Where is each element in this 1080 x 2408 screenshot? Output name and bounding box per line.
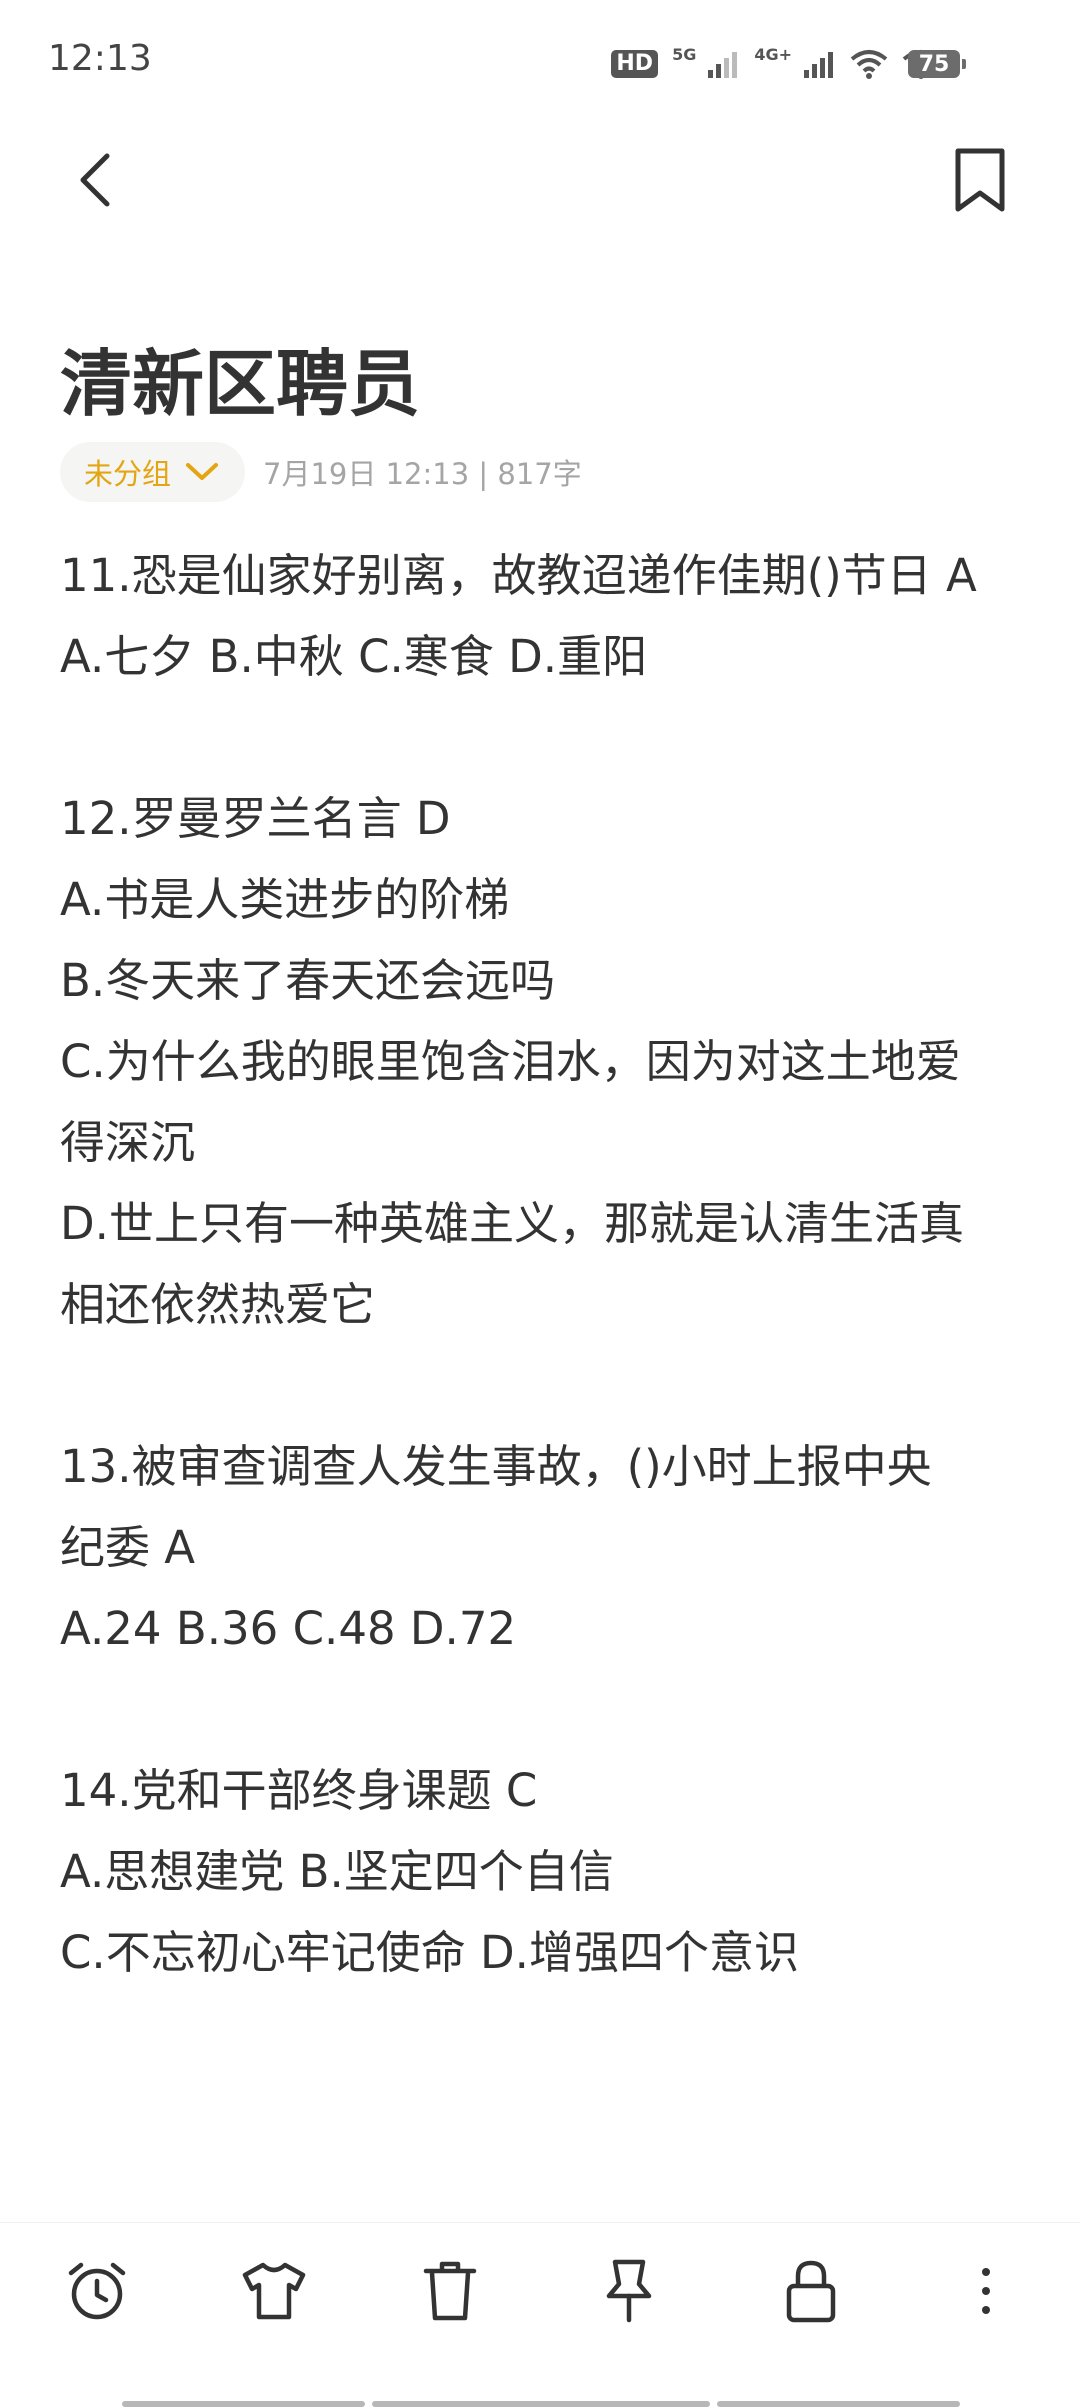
signal-4g-icon	[804, 52, 833, 78]
signal-5g-icon	[708, 52, 738, 78]
pin-icon	[606, 2259, 652, 2323]
note-blank-line	[60, 1345, 1030, 1426]
more-button[interactable]	[946, 2251, 1026, 2331]
hd-icon: HD	[611, 50, 659, 78]
lock-icon	[786, 2260, 836, 2323]
note-line: 相还依然热爱它	[60, 1278, 376, 1331]
group-label: 未分组	[84, 457, 172, 491]
note-line: 12.罗曼罗兰名言 D	[60, 792, 451, 845]
note-line: 13.被审查调查人发生事故，()小时上报中央	[60, 1440, 932, 1493]
note-blank-line	[60, 1669, 1030, 1750]
status-bar: 12:13 HD 5G 4G+ 75	[0, 0, 1080, 130]
note-meta: 7月19日 12:13 | 817字	[263, 457, 582, 491]
nav-pill-right[interactable]	[717, 2401, 960, 2407]
pin-button[interactable]	[589, 2251, 669, 2331]
note-line: C.为什么我的眼里饱含泪水，因为对这土地爱	[60, 1035, 961, 1088]
wifi-icon	[850, 50, 888, 79]
note-body[interactable]: 11.恐是仙家好别离，故教迢递作佳期()节日 A A.七夕 B.中秋 C.寒食 …	[60, 535, 1030, 1993]
status-icons: HD 5G 4G+	[611, 44, 940, 82]
bottom-toolbar	[0, 2222, 1080, 2373]
bookmark-button[interactable]	[940, 140, 1020, 220]
group-selector[interactable]: 未分组	[60, 442, 246, 502]
note-line: A.思想建党 B.坚定四个自信	[60, 1845, 614, 1898]
note-line: 得深沉	[60, 1116, 196, 1169]
signal-4g-label: 4G+	[754, 44, 792, 64]
note-line: A.24 B.36 C.48 D.72	[60, 1602, 517, 1655]
battery-icon: 75	[908, 50, 966, 78]
status-time: 12:13	[48, 38, 152, 79]
bookmark-icon	[955, 148, 1005, 212]
nav-pill-left[interactable]	[122, 2401, 365, 2407]
more-icon	[982, 2268, 990, 2314]
note-blank-line	[60, 697, 1030, 778]
note-title[interactable]: 清新区聘员	[60, 325, 420, 430]
delete-button[interactable]	[410, 2251, 490, 2331]
chevron-down-icon	[186, 463, 219, 480]
note-line: 纪委 A	[60, 1521, 196, 1574]
alarm-icon	[68, 2262, 126, 2320]
reminder-button[interactable]	[57, 2251, 137, 2331]
nav-pill-home[interactable]	[372, 2401, 710, 2407]
trash-icon	[423, 2261, 477, 2321]
back-button[interactable]	[60, 140, 130, 220]
note-line: 14.党和干部终身课题 C	[60, 1764, 538, 1817]
lock-button[interactable]	[771, 2251, 851, 2331]
theme-button[interactable]	[234, 2251, 314, 2331]
chevron-left-icon	[80, 153, 110, 207]
note-line: B.冬天来了春天还会远吗	[60, 954, 556, 1007]
note-line: D.世上只有一种英雄主义，那就是认清生活真	[60, 1197, 964, 1250]
note-line: 11.恐是仙家好别离，故教迢递作佳期()节日 A	[60, 549, 977, 602]
note-line: A.七夕 B.中秋 C.寒食 D.重阳	[60, 630, 648, 683]
note-line: A.书是人类进步的阶梯	[60, 873, 510, 926]
note-line: C.不忘初心牢记使命 D.增强四个意识	[60, 1926, 799, 1979]
shirt-icon	[242, 2262, 306, 2320]
signal-5g-label: 5G	[672, 44, 697, 64]
note-meta-row: 未分组 7月19日 12:13 | 817字	[60, 442, 582, 502]
